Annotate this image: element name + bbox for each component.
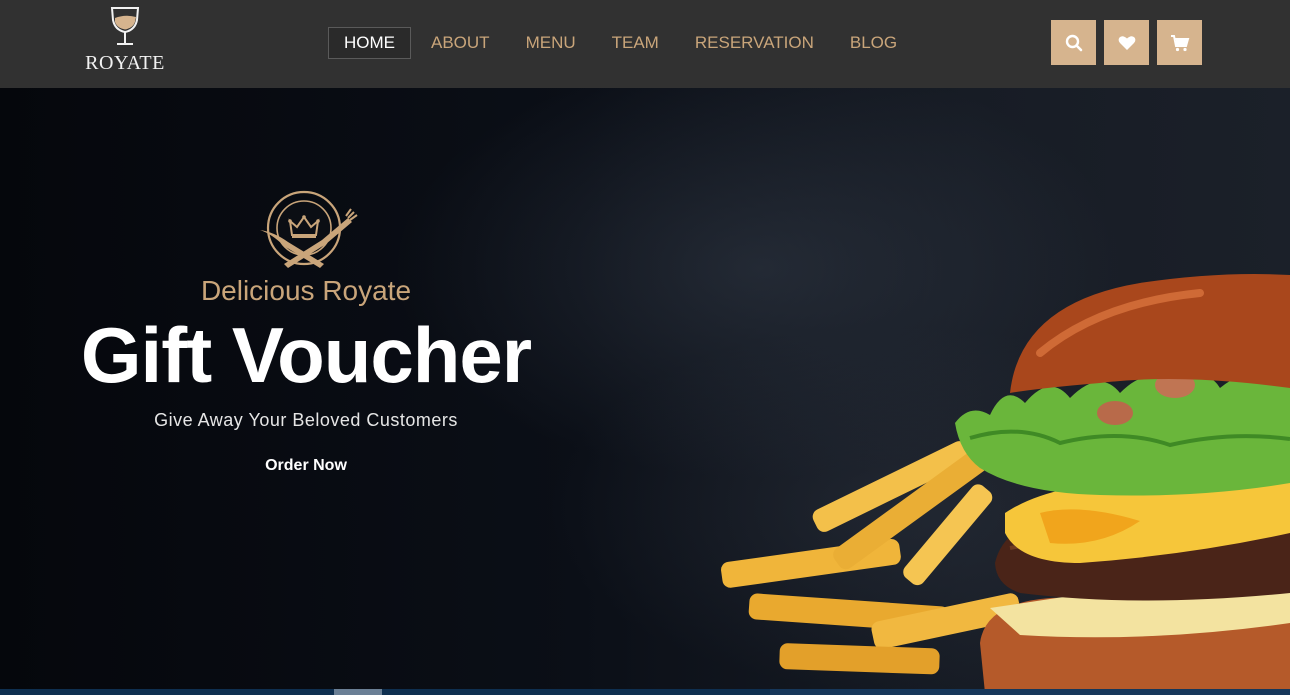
bottom-strip-segment <box>334 689 382 695</box>
bottom-strip-segment-right <box>770 689 1290 695</box>
crown-cutlery-emblem-icon <box>260 190 358 268</box>
hero-subtitle: Give Away Your Beloved Customers <box>154 410 458 430</box>
nav-item-about[interactable]: ABOUT <box>415 27 506 59</box>
burger-fries-image <box>721 274 1290 689</box>
bottom-strip <box>0 689 1290 695</box>
nav-item-blog[interactable]: BLOG <box>834 27 913 59</box>
order-now-button[interactable]: Order Now <box>265 457 347 475</box>
search-icon <box>1065 34 1082 51</box>
brand-name: ROYATE <box>85 52 165 74</box>
header-actions <box>1051 20 1210 65</box>
heart-icon <box>1118 35 1135 50</box>
cart-button[interactable] <box>1157 20 1202 65</box>
hero-content: Delicious Royate Gift Voucher Give Away … <box>60 188 552 475</box>
main-nav: HOME ABOUT MENU TEAM RESERVATION BLOG <box>328 27 917 59</box>
hero-kicker: Delicious Royate <box>200 275 412 306</box>
fries-graphic <box>721 441 1022 675</box>
search-button[interactable] <box>1051 20 1096 65</box>
nav-item-menu[interactable]: MENU <box>510 27 592 59</box>
site-header: ROYATE HOME ABOUT MENU TEAM RESERVATION … <box>0 0 1290 88</box>
wine-glass-icon <box>110 7 140 45</box>
hero-title: Gift Voucher <box>80 311 532 399</box>
cart-icon <box>1170 34 1189 51</box>
nav-item-reservation[interactable]: RESERVATION <box>679 27 830 59</box>
wishlist-button[interactable] <box>1104 20 1149 65</box>
nav-item-home[interactable]: HOME <box>328 27 411 59</box>
hero-banner: Delicious Royate Gift Voucher Give Away … <box>0 88 1290 689</box>
brand-logo[interactable]: ROYATE <box>82 6 168 80</box>
nav-item-team[interactable]: TEAM <box>596 27 675 59</box>
